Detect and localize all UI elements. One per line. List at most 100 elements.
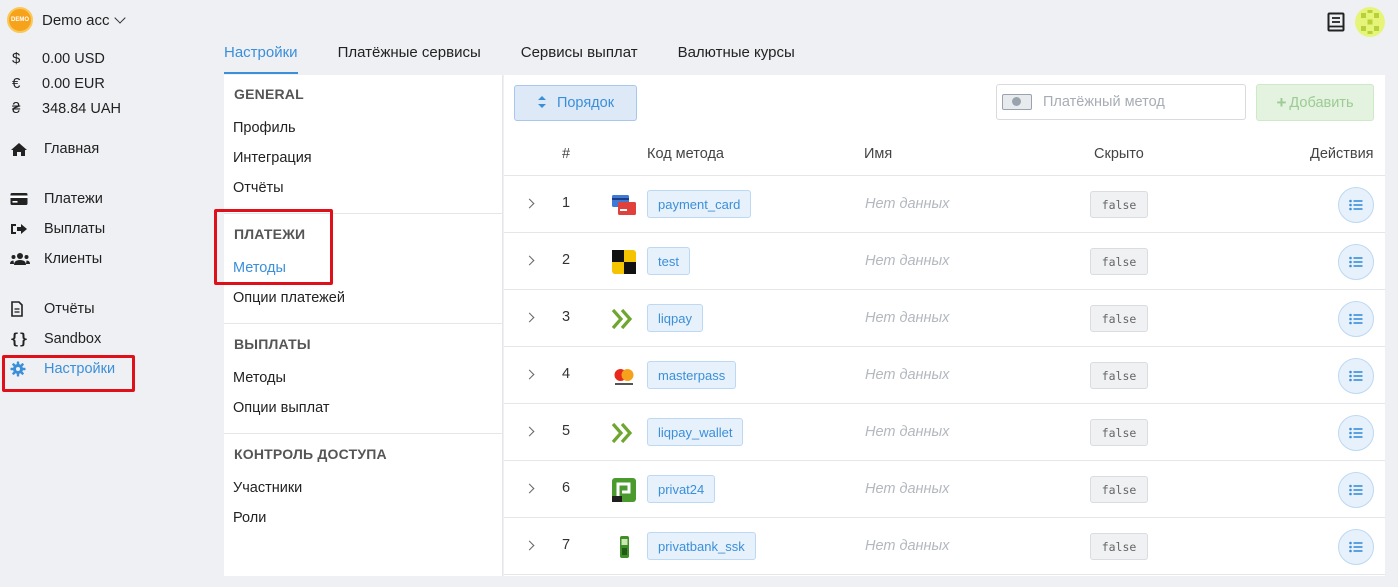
table-row: 2 test Нет данных false: [504, 233, 1385, 290]
menu-item-members[interactable]: Участники: [233, 480, 302, 496]
method-filter: [996, 84, 1246, 120]
balance-uah: ₴ 348.84 UAH: [12, 100, 121, 117]
row-number: 3: [562, 309, 571, 325]
dollar-icon: $: [12, 50, 21, 67]
table-header: # Код метода Имя Скрыто Действия: [504, 132, 1385, 176]
demo-badge-icon: DEMO: [7, 7, 33, 33]
menu-item-roles[interactable]: Роли: [233, 510, 266, 526]
chevron-right-icon[interactable]: [524, 312, 535, 323]
menu-item-payout-methods[interactable]: Методы: [233, 370, 286, 386]
chevron-right-icon[interactable]: [524, 483, 535, 494]
balance-usd: $ 0.00 USD: [12, 50, 105, 67]
highlight-settings: [2, 355, 135, 392]
row-number: 2: [562, 252, 571, 268]
method-code[interactable]: liqpay: [647, 304, 703, 332]
nav-home[interactable]: Главная: [10, 138, 99, 160]
table-row: 3 liqpay Нет данных false: [504, 290, 1385, 347]
liqpay-icon: [611, 420, 637, 446]
top-right-icons: [1327, 7, 1385, 37]
list-icon: [1349, 427, 1363, 439]
list-icon: [1349, 256, 1363, 268]
hidden-flag: false: [1090, 419, 1148, 446]
order-label: Порядок: [556, 95, 615, 111]
book-icon[interactable]: [1327, 12, 1345, 32]
home-icon: [10, 142, 44, 157]
account-switcher[interactable]: DEMO Demo acc: [7, 7, 126, 33]
hidden-flag: false: [1090, 248, 1148, 275]
tab-settings[interactable]: Настройки: [224, 44, 298, 74]
sidebar: DEMO Demo acc $ 0.00 USD € 0.00 EUR ₴ 34…: [0, 0, 210, 587]
tab-currency-rates[interactable]: Валютные курсы: [678, 44, 795, 74]
menu-item-payment-options[interactable]: Опции платежей: [233, 290, 345, 306]
menu-item-reports[interactable]: Отчёты: [233, 180, 284, 196]
row-number: 5: [562, 423, 571, 439]
col-name: Имя: [864, 146, 893, 162]
chevron-right-icon[interactable]: [524, 540, 535, 551]
methods-panel: Порядок + Добавить # Код метода Имя Скры…: [504, 75, 1385, 576]
chevron-right-icon[interactable]: [524, 426, 535, 437]
actions-button[interactable]: [1338, 415, 1374, 451]
chevron-right-icon[interactable]: [524, 255, 535, 266]
money-icon: [1002, 94, 1032, 110]
hidden-flag: false: [1090, 305, 1148, 332]
tab-payment-services[interactable]: Платёжные сервисы: [338, 44, 481, 74]
tab-payout-services[interactable]: Сервисы выплат: [521, 44, 638, 74]
method-name: Нет данных: [865, 367, 950, 383]
order-button[interactable]: Порядок: [514, 85, 637, 121]
menu-item-integration[interactable]: Интеграция: [233, 150, 312, 166]
chevron-right-icon[interactable]: [524, 369, 535, 380]
avatar[interactable]: [1355, 7, 1385, 37]
divider: [224, 433, 502, 434]
table-row: 5 liqpay_wallet Нет данных false: [504, 404, 1385, 461]
actions-button[interactable]: [1338, 244, 1374, 280]
table-row: 1 payment_card Нет данных false: [504, 176, 1385, 233]
actions-button[interactable]: [1338, 301, 1374, 337]
chevron-right-icon[interactable]: [524, 198, 535, 209]
add-label: Добавить: [1289, 94, 1354, 111]
section-general: GENERAL: [234, 86, 304, 102]
balance-eur: € 0.00 EUR: [12, 75, 105, 92]
credit-card-icon: [10, 192, 44, 206]
row-number: 7: [562, 537, 571, 553]
list-icon: [1349, 370, 1363, 382]
actions-button[interactable]: [1338, 358, 1374, 394]
method-search-input[interactable]: [1043, 94, 1238, 110]
actions-button[interactable]: [1338, 187, 1374, 223]
section-access-control: КОНТРОЛЬ ДОСТУПА: [234, 446, 387, 462]
account-name: Demo acc: [42, 11, 110, 29]
sign-out-icon: [10, 222, 44, 236]
nav-label: Платежи: [44, 191, 103, 207]
nav-payouts[interactable]: Выплаты: [10, 218, 105, 240]
row-number: 4: [562, 366, 571, 382]
method-code[interactable]: masterpass: [647, 361, 737, 389]
table-row: 7 privatbank_ssk Нет данных false: [504, 518, 1385, 575]
add-button[interactable]: + Добавить: [1256, 84, 1374, 121]
table-row: 4 masterpass Нет данных false: [504, 347, 1385, 404]
nav-reports[interactable]: Отчёты: [10, 298, 95, 320]
method-code[interactable]: liqpay_wallet: [647, 418, 744, 446]
list-icon: [1349, 484, 1363, 496]
method-code[interactable]: test: [647, 247, 690, 275]
actions-button[interactable]: [1338, 472, 1374, 508]
list-icon: [1349, 199, 1363, 211]
actions-button[interactable]: [1338, 529, 1374, 565]
col-actions: Действия: [1310, 146, 1374, 162]
method-code[interactable]: payment_card: [647, 190, 752, 218]
settings-menu: GENERAL Профиль Интеграция Отчёты ПЛАТЕЖ…: [224, 75, 503, 576]
nav-sandbox[interactable]: {} Sandbox: [10, 328, 101, 350]
method-code[interactable]: privat24: [647, 475, 716, 503]
nav-label: Выплаты: [44, 221, 106, 237]
menu-item-profile[interactable]: Профиль: [233, 120, 296, 136]
method-code[interactable]: privatbank_ssk: [647, 532, 756, 560]
balance-amount: 0.00 USD: [42, 50, 105, 67]
menu-item-payout-options[interactable]: Опции выплат: [233, 400, 330, 416]
col-code: Код метода: [647, 146, 724, 162]
list-icon: [1349, 541, 1363, 553]
method-name: Нет данных: [865, 424, 950, 440]
hidden-flag: false: [1090, 362, 1148, 389]
nav-clients[interactable]: Клиенты: [10, 248, 102, 270]
divider: [224, 323, 502, 324]
hidden-flag: false: [1090, 191, 1148, 218]
nav-label: Главная: [44, 141, 100, 157]
nav-payments[interactable]: Платежи: [10, 188, 103, 210]
